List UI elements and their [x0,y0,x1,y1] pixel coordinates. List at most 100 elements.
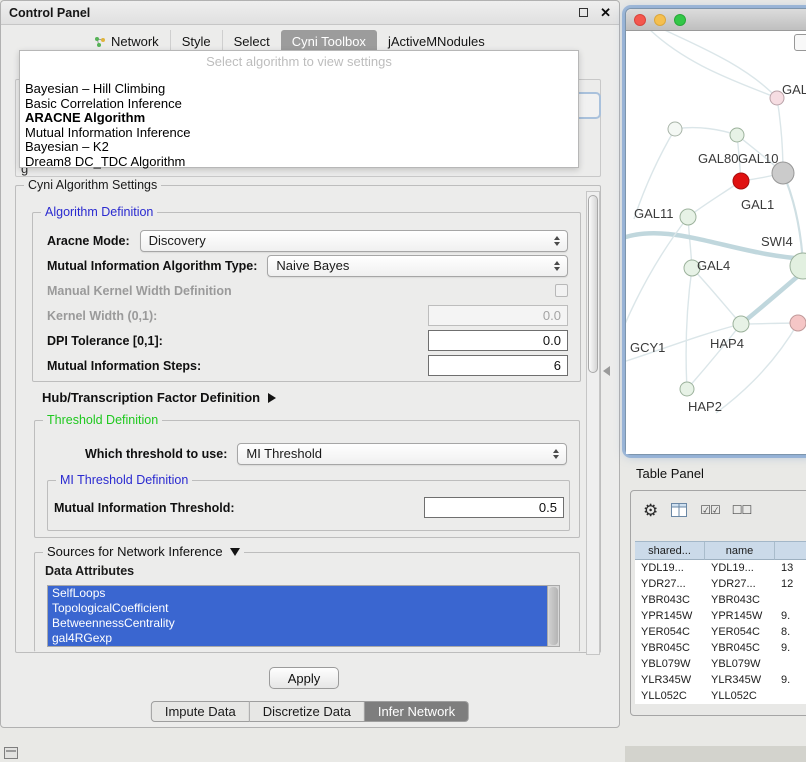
data-attributes-list[interactable]: SelfLoops TopologicalCoefficient Between… [47,585,560,647]
table-row: YBL079WYBL079W [635,656,806,672]
table-row: YBR043CYBR043C [635,592,806,608]
mi-steps-input[interactable] [428,355,568,376]
mi-algorithm-type-select[interactable]: Naive Bayes [267,255,568,277]
table-cell[interactable]: 12 [775,576,806,592]
tab-discretize-data[interactable]: Discretize Data [250,701,365,722]
mi-threshold-input[interactable] [424,497,564,518]
table-cell[interactable]: YBR045C [705,640,775,656]
node-hap2[interactable] [680,382,694,396]
sources-group: Sources for Network Inference Data Attri… [34,552,580,652]
table-cell[interactable]: 8. [775,624,806,640]
dropdown-option[interactable]: Bayesian – K2 [20,140,578,155]
settings-group-title: Cyni Algorithm Settings [24,178,161,192]
dropdown-option-selected[interactable]: ARACNE Algorithm [20,111,578,126]
hub-transcription-factor-expander[interactable]: Hub/Transcription Factor Definition [42,390,276,405]
tab-impute-data[interactable]: Impute Data [151,701,250,722]
which-threshold-label: Which threshold to use: [85,447,227,461]
aracne-mode-label: Aracne Mode: [47,234,130,248]
table-cell[interactable]: YBL079W [635,656,705,672]
table-cell[interactable] [775,688,806,704]
attribute-item[interactable]: SelfLoops [48,586,547,601]
table-cell[interactable]: YER054C [635,624,705,640]
columns-icon[interactable] [670,501,688,519]
table-cell[interactable]: YLR345W [635,672,705,688]
algorithm-definition-title: Algorithm Definition [41,205,157,219]
close-icon[interactable]: ✕ [600,6,611,19]
tab-infer-network[interactable]: Infer Network [365,701,469,722]
list-scrollbar[interactable] [547,586,559,646]
node-label: GAL4 [697,258,730,273]
table-cell[interactable]: YER054C [705,624,775,640]
panel-corner-icon[interactable] [4,747,18,759]
table-cell[interactable]: 9. [775,672,806,688]
gear-icon[interactable]: ⚙ [643,502,658,519]
list-scrollbar-thumb[interactable] [549,587,558,645]
table-cell[interactable]: YPR145W [635,608,705,624]
zoom-traffic-light[interactable] [674,14,686,26]
apply-button[interactable]: Apply [269,667,339,689]
table-cell[interactable]: YDL19... [705,560,775,576]
column-header[interactable] [775,542,806,560]
node-pink-right[interactable] [790,315,806,331]
network-window-titlebar[interactable] [626,9,806,31]
dropdown-option[interactable]: Bayesian – Hill Climbing [20,82,578,97]
select-all-columns-icon[interactable]: ☑☑ [700,503,720,517]
network-canvas[interactable]: GAL80 GAL10 GAL1 GAL11 SWI4 GAL4 HAP4 GC… [626,31,806,454]
stepper-arrows-icon [554,261,567,271]
column-header[interactable]: name [705,542,775,560]
table-cell[interactable]: YPR145W [705,608,775,624]
minimize-traffic-light[interactable] [654,14,666,26]
splitter-collapse-arrow[interactable] [603,366,610,376]
dropdown-option[interactable]: Basic Correlation Inference [20,97,578,112]
table-cell[interactable]: YDL19... [635,560,705,576]
node-gal1-selected[interactable] [733,173,749,189]
control-panel-titlebar[interactable]: Control Panel ✕ [1,1,619,25]
sources-expander[interactable]: Sources for Network Inference [43,545,244,559]
which-threshold-select[interactable]: MI Threshold [237,443,567,465]
node-gal11[interactable] [680,209,696,225]
manual-kernel-width-checkbox[interactable] [555,284,568,297]
table-cell[interactable]: YDR27... [705,576,775,592]
attribute-item[interactable]: gal4RGexp [48,631,547,646]
node-hap4[interactable] [733,316,749,332]
table-cell[interactable]: YLR345W [705,672,775,688]
node-small[interactable] [668,122,682,136]
table-toolbar: ⚙ ☑☑ ☐☐ [631,491,806,529]
overview-toggle[interactable] [794,34,806,51]
dropdown-option[interactable]: Mutual Information Inference [20,126,578,141]
dpi-tolerance-input[interactable] [428,330,568,351]
table-cell[interactable]: YBL079W [705,656,775,672]
sources-title: Sources for Network Inference [47,545,223,559]
column-header[interactable]: shared... [635,542,705,560]
mi-algorithm-type-value: Naive Bayes [276,258,554,273]
dropdown-option[interactable]: Dream8 DC_TDC Algorithm [20,155,578,170]
kernel-width-label: Kernel Width (0,1): [47,309,157,323]
table-cell[interactable] [775,656,806,672]
aracne-mode-value: Discovery [149,233,554,248]
table-cell[interactable]: 9. [775,608,806,624]
settings-scrollbar[interactable] [586,191,600,655]
chevron-down-icon [230,548,240,556]
settings-scrollbar-thumb[interactable] [588,195,598,373]
algorithm-dropdown-list: Select algorithm to view settings Bayesi… [19,50,579,168]
table-panel-title: Table Panel [636,466,704,481]
table-cell[interactable]: YDR27... [635,576,705,592]
table-cell[interactable] [775,592,806,608]
attribute-item[interactable]: BetweennessCentrality [48,616,547,631]
table-cell[interactable]: 13 [775,560,806,576]
attribute-item[interactable]: TopologicalCoefficient [48,601,547,616]
deselect-all-columns-icon[interactable]: ☐☐ [732,503,752,517]
table-cell[interactable]: YLL052C [705,688,775,704]
table-cell[interactable]: YBR043C [705,592,775,608]
hub-section-label: Hub/Transcription Factor Definition [42,390,260,405]
aracne-mode-select[interactable]: Discovery [140,230,568,252]
table-cell[interactable]: YBR043C [635,592,705,608]
float-window-icon[interactable] [579,8,588,17]
kernel-width-input[interactable] [428,305,568,326]
node-gal80[interactable] [730,128,744,142]
network-icon [94,36,106,48]
close-traffic-light[interactable] [634,14,646,26]
table-cell[interactable]: YBR045C [635,640,705,656]
table-cell[interactable]: 9. [775,640,806,656]
table-cell[interactable]: YLL052C [635,688,705,704]
